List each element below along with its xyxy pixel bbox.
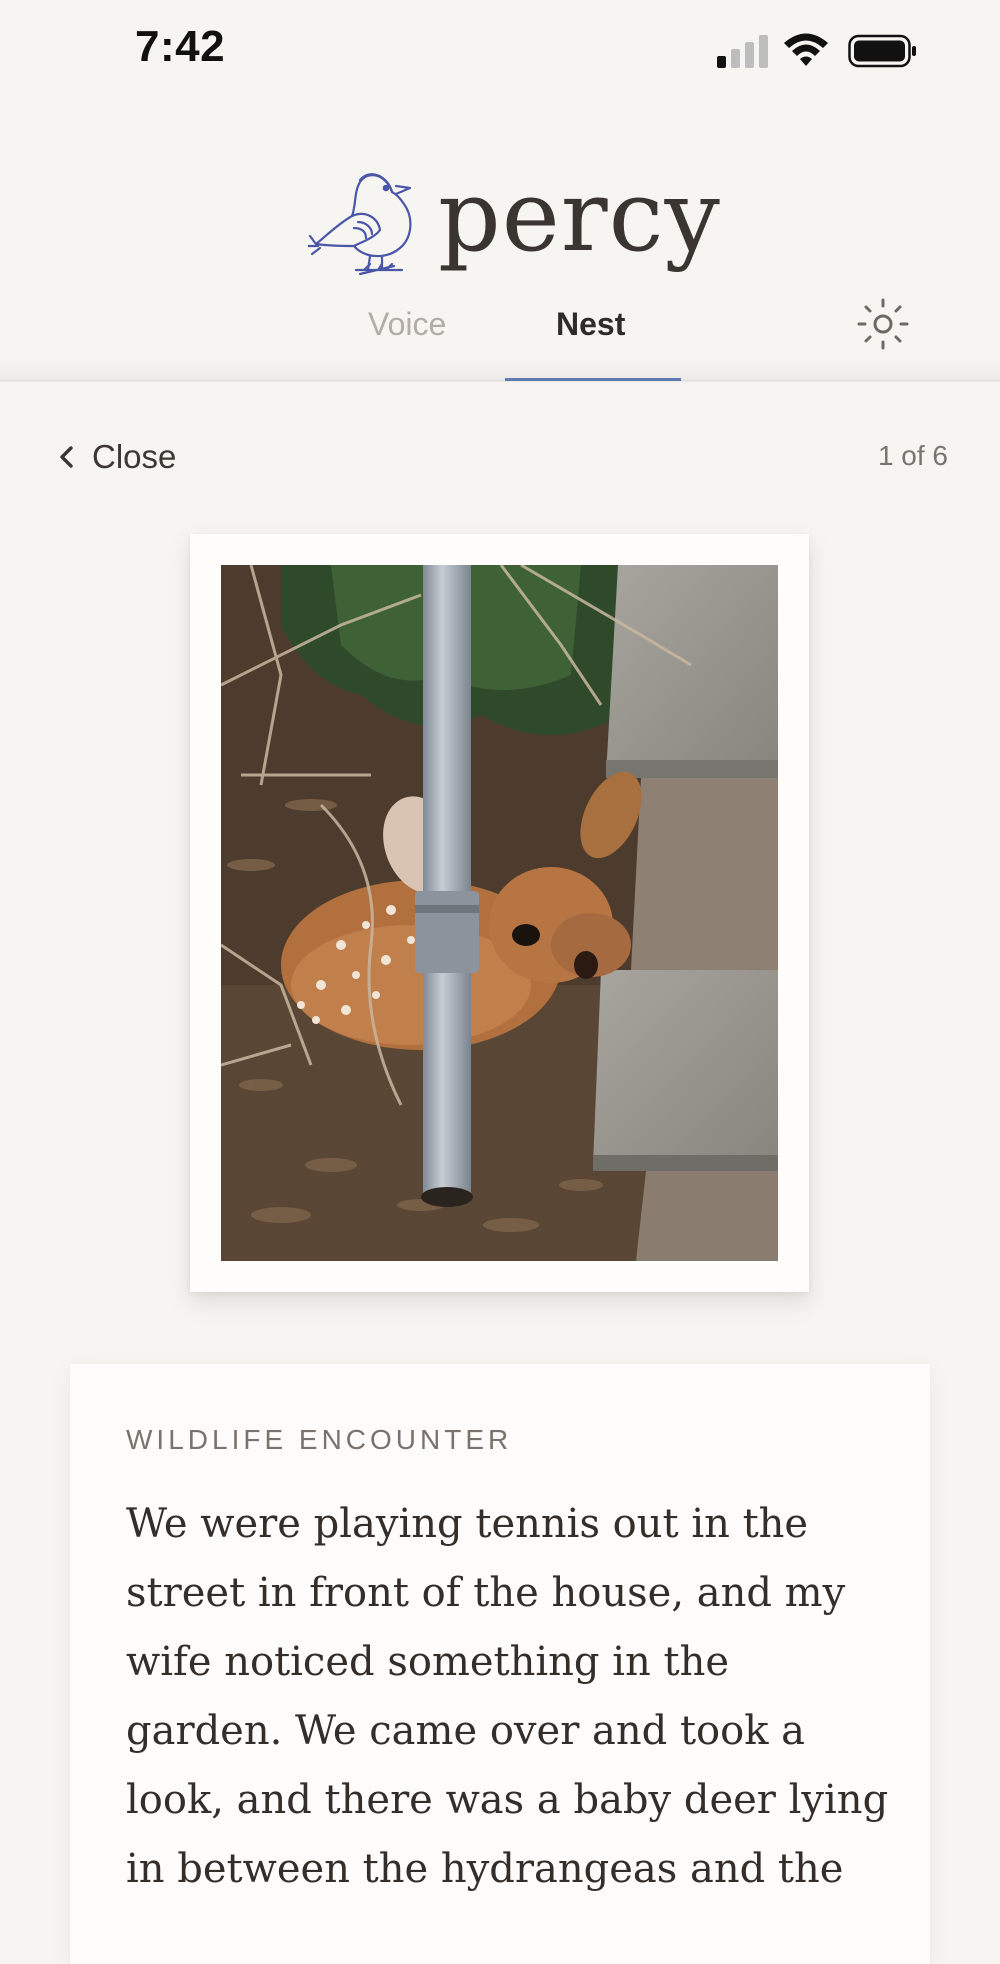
fawn-photo[interactable]	[221, 565, 778, 1261]
story-card: WILDLIFE ENCOUNTER We were playing tenni…	[70, 1364, 930, 1964]
cellular-signal-icon	[717, 34, 769, 68]
memory-counter: 1 of 6	[877, 440, 948, 471]
header-shadow	[0, 360, 1000, 382]
chevron-left-icon	[60, 446, 73, 468]
wifi-icon	[784, 33, 828, 66]
close-button[interactable]: Close	[56, 432, 176, 482]
bird-icon	[308, 173, 412, 276]
close-label: Close	[92, 438, 177, 475]
tab-voice[interactable]: Voice	[368, 306, 446, 343]
status-bar: 7:42	[0, 0, 1000, 100]
app-name: percy	[438, 160, 721, 274]
story-text: We were playing tennis out in the street…	[126, 1501, 889, 1892]
photo-frame	[190, 534, 809, 1292]
story-category: WILDLIFE ENCOUNTER	[126, 1424, 513, 1455]
app-logo[interactable]: percy	[308, 162, 720, 282]
app-header: percy	[0, 100, 1000, 380]
sun-settings-icon[interactable]	[855, 296, 911, 352]
tab-nest[interactable]: Nest	[556, 306, 625, 343]
active-tab-indicator	[505, 378, 681, 381]
header-divider	[0, 380, 1000, 381]
battery-icon	[848, 34, 916, 68]
status-time: 7:42	[135, 22, 226, 71]
